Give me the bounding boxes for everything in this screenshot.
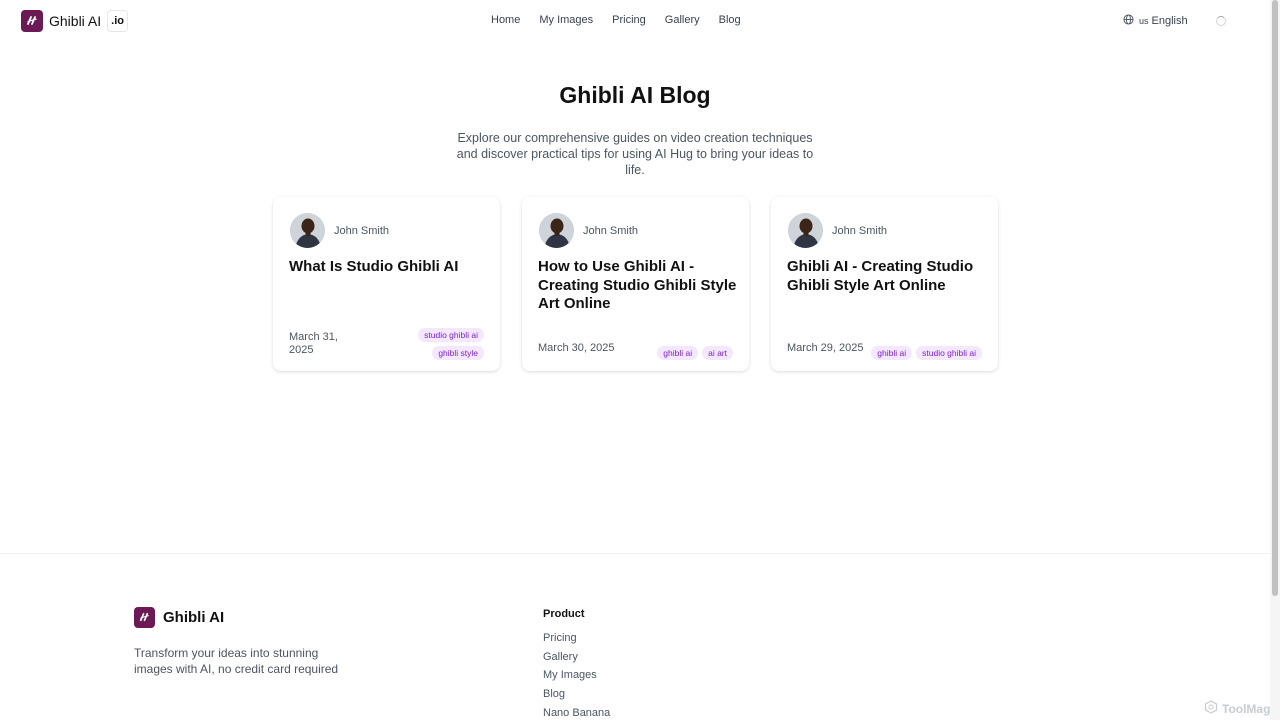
footer-link-pricing[interactable]: Pricing <box>543 631 610 650</box>
footer-link-nano-banana[interactable]: Nano Banana <box>543 706 610 720</box>
page-title: Ghibli AI Blog <box>559 82 711 108</box>
language-selector[interactable]: us English <box>1123 14 1188 28</box>
post-tag[interactable]: ghibli ai <box>871 346 913 360</box>
footer-product-links: Pricing Gallery My Images Blog Nano Bana… <box>543 631 610 720</box>
post-tag[interactable]: studio ghibli ai <box>916 346 982 360</box>
footer-link-gallery[interactable]: Gallery <box>543 650 610 669</box>
post-date: March 31, 2025 <box>289 331 338 356</box>
nav-blog[interactable]: Blog <box>719 14 741 26</box>
logo-icon <box>134 607 155 628</box>
footer-link-blog[interactable]: Blog <box>543 687 610 706</box>
main-nav: Home My Images Pricing Gallery Blog <box>491 14 760 26</box>
logo-badge: .io <box>107 10 128 32</box>
nav-my-images[interactable]: My Images <box>539 14 593 26</box>
post-author: John Smith <box>788 213 887 248</box>
blog-card[interactable]: John Smith What Is Studio Ghibli AI Marc… <box>273 197 500 371</box>
nav-pricing[interactable]: Pricing <box>612 14 646 26</box>
post-tag[interactable]: ai art <box>702 346 733 360</box>
author-avatar <box>539 213 574 248</box>
watermark: ToolMage <box>1204 700 1277 717</box>
blog-card[interactable]: John Smith How to Use Ghibli AI - Creati… <box>522 197 749 371</box>
language-label: English <box>1151 15 1188 27</box>
footer-logo[interactable]: Ghibli AI <box>134 607 224 628</box>
post-tag[interactable]: ghibli style <box>432 346 484 360</box>
page-scrollbar[interactable] <box>1270 0 1280 720</box>
author-name: John Smith <box>583 224 639 237</box>
footer-divider <box>0 553 1270 554</box>
site-header: Ghibli AI .io Home My Images Pricing Gal… <box>0 0 1270 42</box>
scrollbar-thumb[interactable] <box>1272 0 1278 596</box>
footer-link-my-images[interactable]: My Images <box>543 668 610 687</box>
post-tag[interactable]: ghibli ai <box>657 346 699 360</box>
nav-home[interactable]: Home <box>491 14 520 26</box>
post-date: March 30, 2025 <box>538 342 615 354</box>
blog-card[interactable]: John Smith Ghibli AI - Creating Studio G… <box>771 197 998 371</box>
post-tags: ghibli ai studio ghibli ai <box>871 346 982 360</box>
logo-text: Ghibli AI <box>49 13 102 29</box>
post-title[interactable]: Ghibli AI - Creating Studio Ghibli Style… <box>787 258 987 295</box>
post-author: John Smith <box>290 213 389 248</box>
globe-icon <box>1123 14 1134 28</box>
nav-gallery[interactable]: Gallery <box>665 14 700 26</box>
watermark-text: ToolMage <box>1222 701 1278 716</box>
author-name: John Smith <box>334 224 390 237</box>
page-subtitle: Explore our comprehensive guides on vide… <box>456 131 814 177</box>
flag-label: us <box>1139 16 1149 26</box>
logo-link[interactable]: Ghibli AI .io <box>21 10 128 32</box>
post-title[interactable]: How to Use Ghibli AI - Creating Studio G… <box>538 258 738 314</box>
loading-spinner-icon <box>1216 16 1226 26</box>
post-title[interactable]: What Is Studio Ghibli AI <box>289 258 489 277</box>
footer-tagline: Transform your ideas into stunning image… <box>134 646 339 676</box>
post-tags: studio ghibli ai ghibli style <box>418 328 484 360</box>
post-tag[interactable]: studio ghibli ai <box>418 328 484 342</box>
author-name: John Smith <box>832 224 888 237</box>
author-avatar <box>290 213 325 248</box>
footer-product-heading: Product <box>543 608 585 620</box>
post-tags: ghibli ai ai art <box>657 346 733 360</box>
post-date: March 29, 2025 <box>787 342 864 354</box>
post-author: John Smith <box>539 213 638 248</box>
logo-icon <box>21 10 43 32</box>
footer-brand: Ghibli AI <box>163 609 225 626</box>
author-avatar <box>788 213 823 248</box>
watermark-logo-icon <box>1204 700 1218 717</box>
